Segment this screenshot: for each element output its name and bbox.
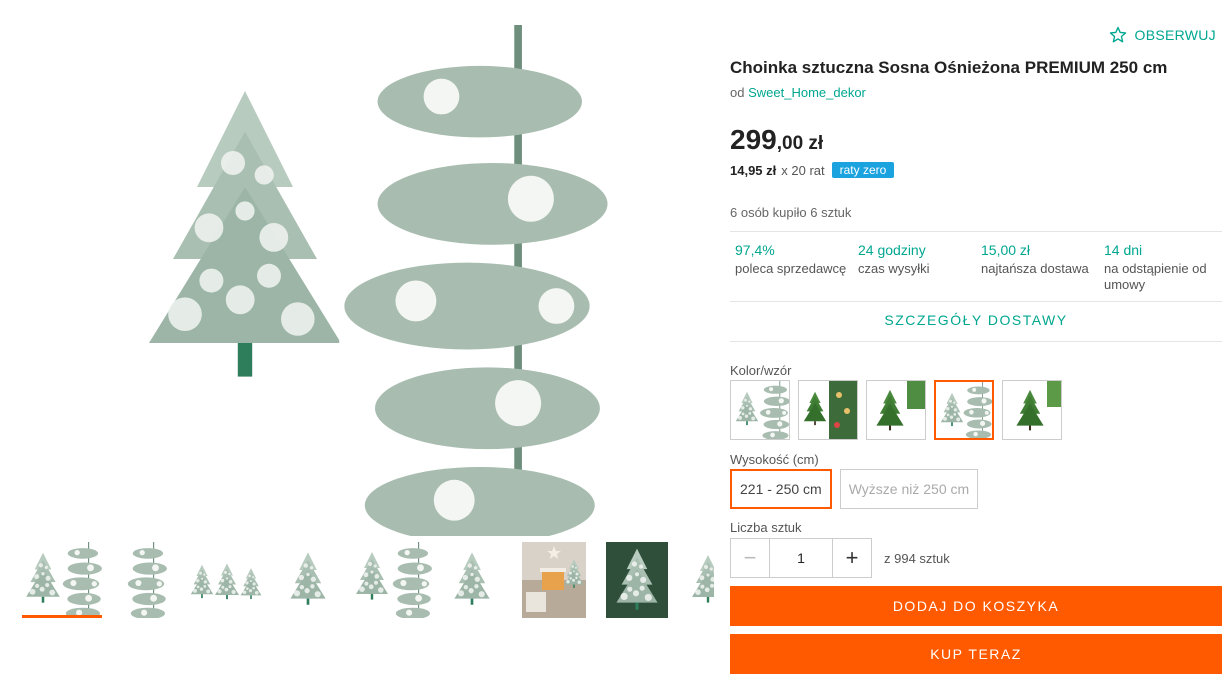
color-swatch-5[interactable] bbox=[1002, 380, 1062, 440]
thumbnail-7[interactable] bbox=[522, 542, 586, 618]
product-title: Choinka sztuczna Sosna Ośnieżona PREMIUM… bbox=[730, 58, 1168, 77]
decrease-button[interactable]: − bbox=[731, 539, 769, 577]
watch-button[interactable]: OBSERWUJ bbox=[1109, 26, 1217, 44]
quantity-input[interactable] bbox=[769, 539, 833, 577]
stat-label: poleca sprzedawcę bbox=[735, 261, 847, 276]
stat-value: 15,00 zł bbox=[981, 242, 1031, 258]
product-price: 299,00 zł bbox=[730, 124, 823, 156]
color-swatches bbox=[730, 380, 1062, 440]
increase-button[interactable]: + bbox=[833, 539, 871, 577]
product-photo bbox=[120, 25, 624, 536]
bought-count: 6 osób kupiło 6 sztuk bbox=[730, 205, 852, 220]
quantity-label: Liczba sztuk bbox=[730, 520, 802, 535]
color-swatch-1[interactable] bbox=[730, 380, 790, 440]
minus-icon: − bbox=[743, 545, 757, 570]
plus-icon: + bbox=[845, 545, 859, 570]
thumbnail-2[interactable] bbox=[120, 542, 172, 618]
height-option-221-250[interactable]: 221 - 250 cm bbox=[730, 469, 832, 509]
quantity-stepper: − + z 994 sztuk bbox=[730, 538, 950, 578]
thumbnail-3[interactable] bbox=[188, 542, 266, 618]
thumbnail-8[interactable] bbox=[606, 542, 668, 618]
stat-return-days: 14 dni na odstąpienie od umowy bbox=[1099, 242, 1222, 293]
watch-label: OBSERWUJ bbox=[1134, 27, 1216, 43]
stat-value: 14 dni bbox=[1104, 242, 1143, 258]
installment-count: x 20 rat bbox=[781, 162, 825, 178]
stat-value: 97,4% bbox=[735, 242, 775, 258]
installment-amount: 14,95 zł bbox=[730, 162, 777, 178]
quantity-box: − + bbox=[730, 538, 872, 578]
stat-cheapest-delivery: 15,00 zł najtańsza dostawa bbox=[976, 242, 1099, 293]
stat-value: 24 godziny bbox=[858, 242, 926, 258]
height-options: 221 - 250 cm Wyższe niż 250 cm bbox=[730, 469, 979, 509]
color-label: Kolor/wzór bbox=[730, 363, 792, 378]
available-stock: z 994 sztuk bbox=[884, 550, 950, 566]
color-swatch-2[interactable] bbox=[798, 380, 858, 440]
add-to-cart-button[interactable]: DODAJ DO KOSZYKA bbox=[730, 586, 1222, 626]
thumbnail-gallery bbox=[22, 540, 714, 620]
height-label: Wysokość (cm) bbox=[730, 452, 819, 467]
main-product-image[interactable] bbox=[120, 25, 624, 536]
divider bbox=[730, 301, 1222, 302]
price-whole: 299 bbox=[730, 124, 777, 155]
seller-stats: 97,4% poleca sprzedawcę 24 godziny czas … bbox=[730, 242, 1222, 293]
installments-info: 14,95 zł x 20 rat raty zero bbox=[730, 162, 895, 178]
thumbnail-9[interactable] bbox=[688, 542, 714, 618]
product-details-panel: OBSERWUJ Choinka sztuczna Sosna Ośnieżon… bbox=[730, 0, 1222, 680]
installment-badge[interactable]: raty zero bbox=[831, 162, 895, 178]
color-swatch-3[interactable] bbox=[866, 380, 926, 440]
stat-label: czas wysyłki bbox=[858, 261, 930, 276]
star-outline-icon bbox=[1109, 26, 1126, 43]
delivery-details-link[interactable]: SZCZEGÓŁY DOSTAWY bbox=[730, 312, 1222, 328]
seller-line: od Sweet_Home_dekor bbox=[730, 85, 866, 100]
stat-recommend: 97,4% poleca sprzedawcę bbox=[730, 242, 853, 293]
stat-shipping-time: 24 godziny czas wysyłki bbox=[853, 242, 976, 293]
stat-label: na odstąpienie od umowy bbox=[1104, 261, 1207, 292]
thumbnail-1[interactable] bbox=[22, 542, 102, 618]
thumbnail-6[interactable] bbox=[450, 542, 494, 618]
seller-prefix: od bbox=[730, 85, 745, 100]
seller-link[interactable]: Sweet_Home_dekor bbox=[748, 85, 866, 100]
buy-now-button[interactable]: KUP TERAZ bbox=[730, 634, 1222, 674]
thumbnail-5[interactable] bbox=[352, 542, 432, 618]
stat-label: najtańsza dostawa bbox=[981, 261, 1089, 276]
thumbnail-4[interactable] bbox=[286, 542, 330, 618]
divider bbox=[730, 341, 1222, 342]
price-fraction: ,00 zł bbox=[776, 133, 824, 154]
divider bbox=[730, 231, 1222, 232]
color-swatch-4[interactable] bbox=[934, 380, 994, 440]
height-option-above-250[interactable]: Wyższe niż 250 cm bbox=[839, 469, 979, 509]
